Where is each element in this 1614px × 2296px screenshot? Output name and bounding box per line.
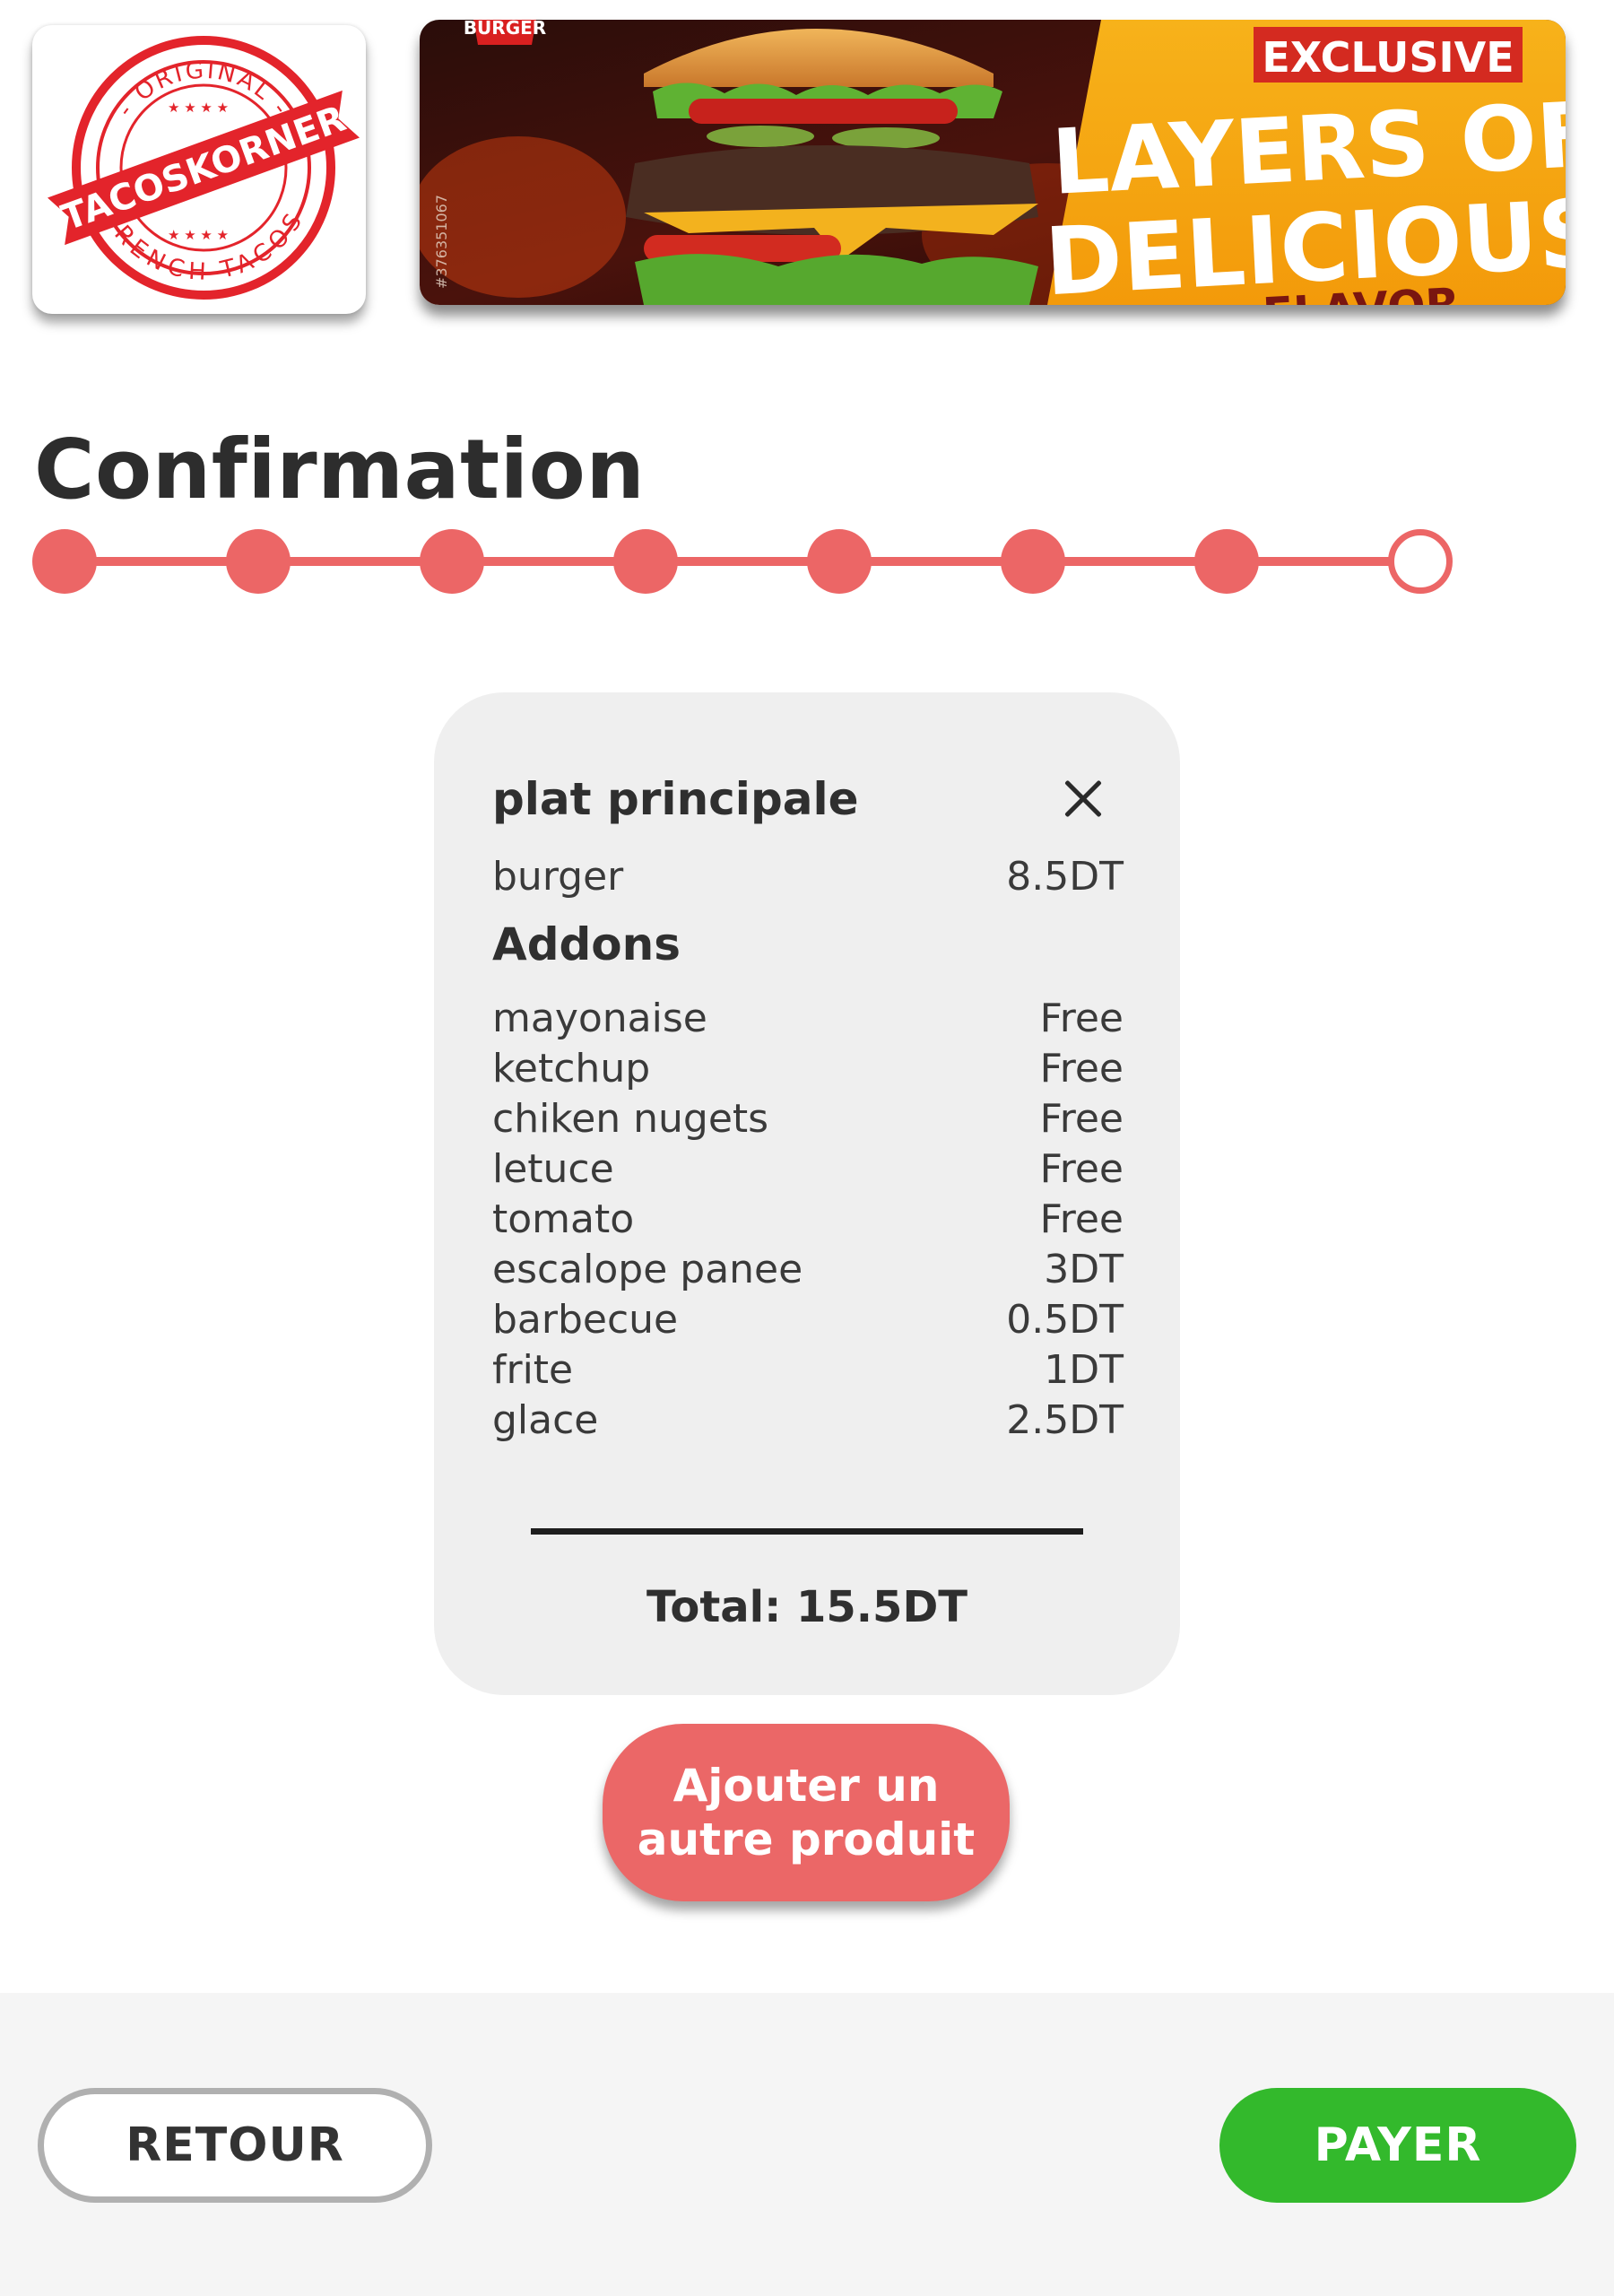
step-dot-5 — [807, 529, 872, 594]
add-product-label-line1: Ajouter un — [672, 1760, 940, 1812]
progress-stepper — [32, 529, 1453, 594]
order-summary-card: plat principale burger 8.5DT Addons mayo… — [434, 692, 1180, 1695]
addon-row: tomato Free — [492, 1195, 1124, 1245]
addon-name: mayonaise — [492, 996, 707, 1041]
main-item-price: 8.5DT — [1006, 854, 1124, 900]
order-total: Total: 15.5DT — [646, 1582, 968, 1632]
svg-text:EXCLUSIVE: EXCLUSIVE — [1262, 33, 1514, 82]
main-item-name: burger — [492, 854, 624, 900]
addon-price: 1DT — [1044, 1347, 1124, 1393]
addon-price: Free — [1039, 1146, 1124, 1192]
step-dot-7 — [1194, 529, 1259, 594]
addon-price: 2.5DT — [1006, 1397, 1124, 1443]
svg-text:★ ★ ★ ★: ★ ★ ★ ★ — [168, 227, 229, 243]
page-title: Confirmation — [34, 422, 646, 517]
svg-text:BURGER: BURGER — [464, 20, 546, 39]
step-dot-8-current — [1388, 529, 1453, 594]
addon-price: 0.5DT — [1006, 1297, 1124, 1343]
svg-text:#376351067: #376351067 — [433, 195, 450, 289]
addon-row: ketchup Free — [492, 1044, 1124, 1094]
step-dot-3 — [420, 529, 484, 594]
logo-stamp-image: ★ ★ ★ ★ ★ ★ ★ ★ - ORIGINAL - - FRENCH TA… — [47, 36, 360, 300]
brand-logo[interactable]: ★ ★ ★ ★ ★ ★ ★ ★ - ORIGINAL - - FRENCH TA… — [32, 25, 366, 314]
back-button[interactable]: RETOUR — [38, 2088, 432, 2203]
addon-name: tomato — [492, 1196, 635, 1242]
addon-name: frite — [492, 1347, 574, 1393]
addon-price: Free — [1039, 1096, 1124, 1142]
addon-price: Free — [1039, 1196, 1124, 1242]
step-dot-1 — [32, 529, 97, 594]
addon-row: escalope panee 3DT — [492, 1245, 1124, 1295]
addon-row: glace 2.5DT — [492, 1396, 1124, 1446]
step-dot-6 — [1001, 529, 1065, 594]
total-divider — [531, 1528, 1083, 1535]
svg-text:★ ★ ★ ★: ★ ★ ★ ★ — [168, 100, 229, 116]
promo-banner[interactable]: BURGER #376351067 EXCLUSIVE LAYERS OF DE… — [420, 20, 1566, 305]
add-product-label-line2: autre produit — [637, 1813, 976, 1866]
section-title: plat principale — [492, 773, 859, 825]
addons-title: Addons — [492, 918, 681, 970]
close-icon[interactable] — [1063, 778, 1104, 820]
addon-row: frite 1DT — [492, 1345, 1124, 1396]
addon-name: glace — [492, 1397, 599, 1443]
addon-name: letuce — [492, 1146, 614, 1192]
step-dot-4 — [613, 529, 678, 594]
addons-list: mayonaise Free ketchup Free chiken nuget… — [492, 994, 1124, 1446]
addon-price: 3DT — [1044, 1247, 1124, 1292]
step-dot-2 — [226, 529, 291, 594]
receipt-header: plat principale — [492, 768, 1124, 831]
footer-bar: RETOUR PAYER — [0, 1993, 1614, 2296]
pay-button[interactable]: PAYER — [1219, 2088, 1576, 2203]
addon-name: chiken nugets — [492, 1096, 769, 1142]
addon-name: ketchup — [492, 1046, 651, 1091]
addon-name: barbecue — [492, 1297, 679, 1343]
add-another-product-button[interactable]: Ajouter un autre produit — [603, 1724, 1010, 1901]
addon-row: letuce Free — [492, 1144, 1124, 1195]
addon-row: mayonaise Free — [492, 994, 1124, 1044]
svg-text:TACOSKORNER: TACOSKORNER — [56, 98, 351, 239]
main-item-row: burger 8.5DT — [492, 854, 1124, 900]
burger-banner-image: BURGER #376351067 EXCLUSIVE LAYERS OF DE… — [420, 20, 1566, 305]
addon-row: chiken nugets Free — [492, 1094, 1124, 1144]
addon-price: Free — [1039, 996, 1124, 1041]
addon-price: Free — [1039, 1046, 1124, 1091]
addon-name: escalope panee — [492, 1247, 803, 1292]
addon-row: barbecue 0.5DT — [492, 1295, 1124, 1345]
